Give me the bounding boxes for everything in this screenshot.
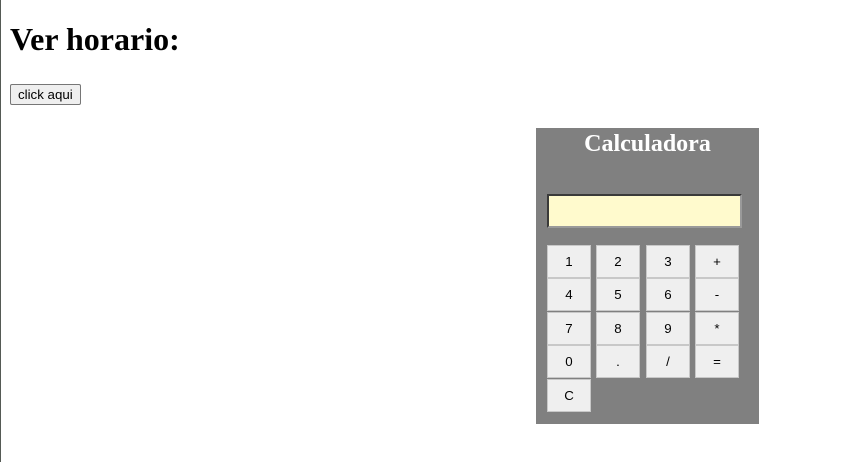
key-5-button[interactable]: 5 <box>596 278 640 311</box>
key-2-button[interactable]: 2 <box>596 245 640 278</box>
key-0-button[interactable]: 0 <box>547 345 591 378</box>
key-8-button[interactable]: 8 <box>596 312 640 345</box>
window-left-border <box>0 0 1 462</box>
key-plus-button[interactable]: + <box>695 245 739 278</box>
key-7-button[interactable]: 7 <box>547 312 591 345</box>
key-divide-button[interactable]: / <box>646 345 690 378</box>
key-6-button[interactable]: 6 <box>646 278 690 311</box>
key-1-button[interactable]: 1 <box>547 245 591 278</box>
key-clear-button[interactable]: C <box>547 379 591 412</box>
page-title: Ver horario: <box>10 21 180 57</box>
click-here-button[interactable]: click aqui <box>10 84 81 105</box>
key-3-button[interactable]: 3 <box>646 245 690 278</box>
key-decimal-button[interactable]: . <box>596 345 640 378</box>
calculator-display[interactable] <box>547 194 742 228</box>
calculator-title: Calculadora <box>584 131 711 157</box>
calculator-panel: Calculadora 1 2 3 + 4 5 6 - 7 8 9 * 0 . … <box>536 128 759 424</box>
key-minus-button[interactable]: - <box>695 278 739 311</box>
key-9-button[interactable]: 9 <box>646 312 690 345</box>
key-4-button[interactable]: 4 <box>547 278 591 311</box>
key-equals-button[interactable]: = <box>695 345 739 378</box>
key-multiply-button[interactable]: * <box>695 312 739 345</box>
